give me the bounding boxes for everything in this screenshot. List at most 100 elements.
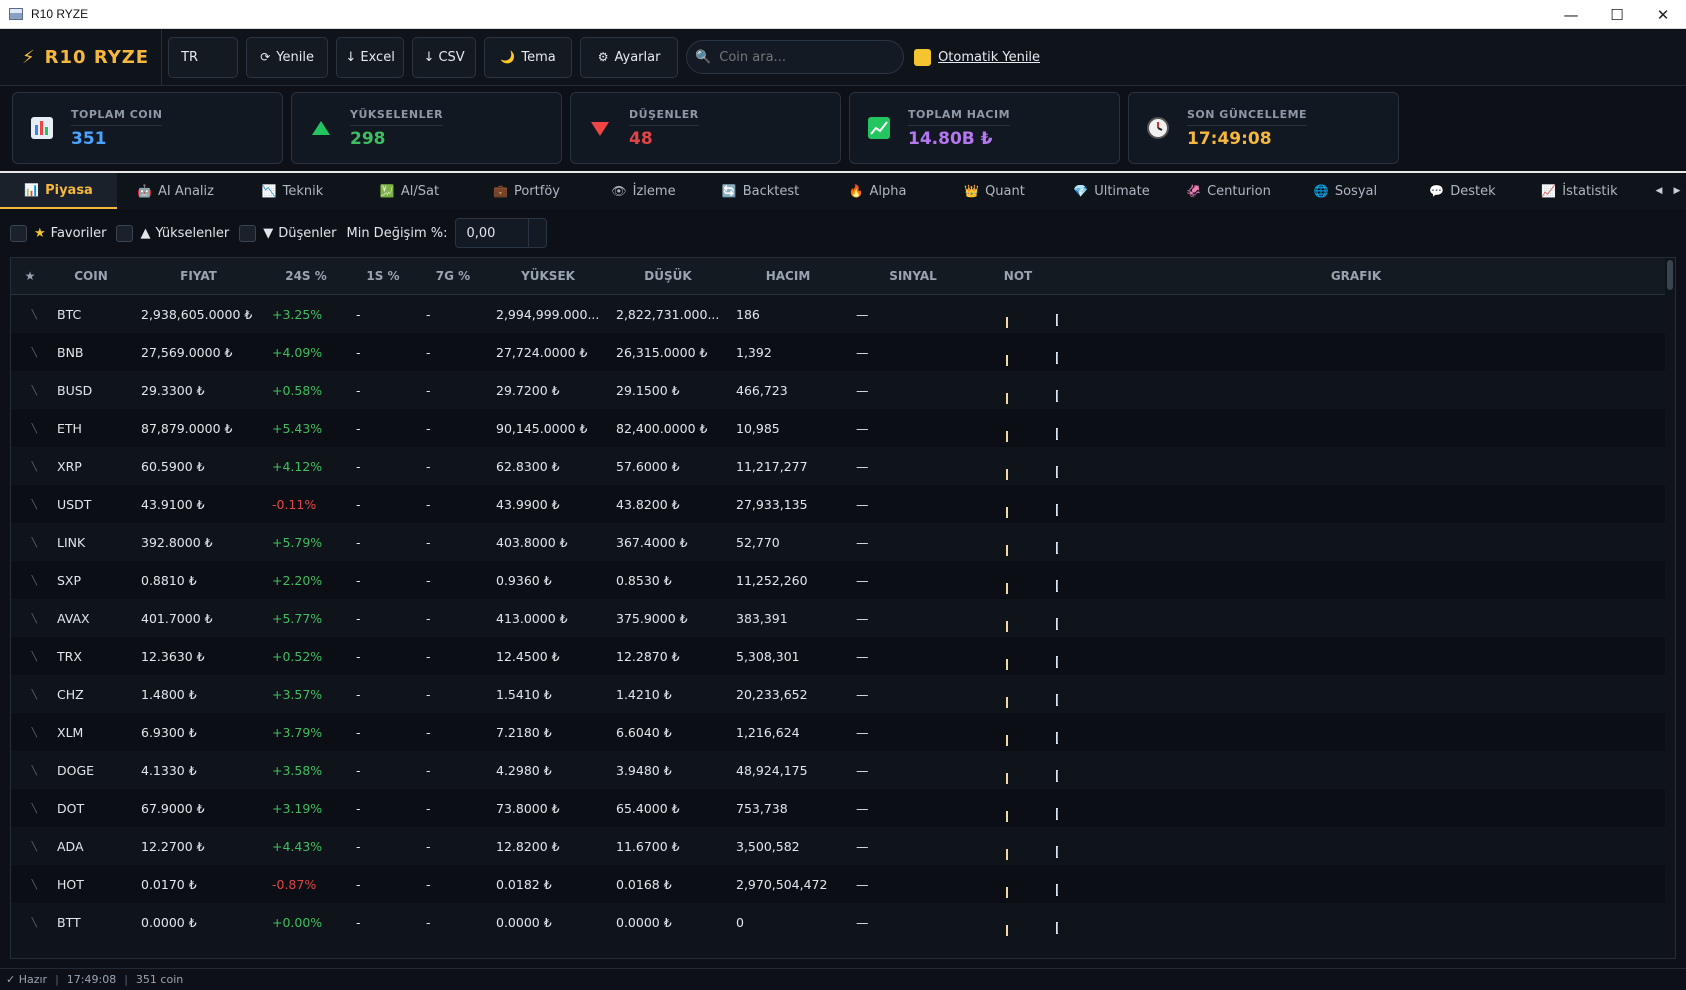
close-button[interactable]: ✕ [1640,0,1686,29]
table-row[interactable]: ╲ TRX 12.3630 ₺ +0.52% - - 12.4500 ₺ 12.2870 ₺ 5… [11,637,1675,675]
header-change-1h[interactable]: 1S % [348,269,418,283]
table-row[interactable]: ╲ CHZ 1.4800 ₺ +3.57% - - 1.5410 ₺ 1.4210 ₺ 20,2… [11,675,1675,713]
header-price[interactable]: FIYAT [133,269,264,283]
table-row[interactable]: ╲ LINK 392.8000 ₺ +5.79% - - 403.8000 ₺ 367.400… [11,523,1675,561]
chart-thumbnail-icon[interactable] [1056,732,1058,744]
favorite-toggle[interactable]: ╲ [11,727,49,738]
favorite-toggle[interactable]: ╲ [11,613,49,624]
csv-export-button[interactable]: ↓ CSV [412,36,477,78]
favorite-toggle[interactable]: ╲ [11,841,49,852]
gainers-checkbox[interactable] [116,224,134,242]
favorite-toggle[interactable]: ╲ [11,461,49,472]
chart-thumbnail-icon[interactable] [1056,846,1058,858]
gainers-filter[interactable]: ▲ Yükselenler [116,224,229,242]
header-volume[interactable]: HACIM [728,269,848,283]
tab-al-sat[interactable]: 💹 Al/Sat [351,173,468,209]
table-row[interactable]: ╲ USDT 43.9100 ₺ -0.11% - - 43.9900 ₺ 43.8200 ₺… [11,485,1675,523]
favorites-filter[interactable]: ★ Favoriler [10,224,106,242]
refresh-button[interactable]: ⟳ Yenile [246,36,329,78]
header-coin[interactable]: COIN [49,269,133,283]
theme-button[interactable]: 🌙 Tema [484,36,573,78]
language-select[interactable]: TR [168,36,239,78]
table-row[interactable]: ╲ HOT 0.0170 ₺ -0.87% - - 0.0182 ₺ 0.0168 ₺ 2,97… [11,865,1675,903]
table-row[interactable]: ╲ AVAX 401.7000 ₺ +5.77% - - 413.0000 ₺ 375.900… [11,599,1675,637]
chart-thumbnail-icon[interactable] [1056,656,1058,668]
header-change-24h[interactable]: 24S % [264,269,348,283]
tab-sosyal[interactable]: 🌐 Sosyal [1287,173,1404,209]
table-row[interactable]: ╲ ETH 87,879.0000 ₺ +5.43% - - 90,145.0000 ₺ 82… [11,409,1675,447]
auto-refresh-checkbox[interactable] [914,48,932,66]
scrollbar-thumb[interactable] [1667,260,1673,290]
tab-portfoy[interactable]: 💼 Portföy [468,173,585,209]
table-row[interactable]: ╲ BTT 0.0000 ₺ +0.00% - - 0.0000 ₺ 0.0000 ₺ 0 — [11,903,1675,941]
favorites-checkbox[interactable] [10,224,27,242]
favorite-toggle[interactable]: ╲ [11,347,49,358]
favorite-toggle[interactable]: ╲ [11,499,49,510]
table-row[interactable]: ╲ SXP 0.8810 ₺ +2.20% - - 0.9360 ₺ 0.8530 ₺ 11,2… [11,561,1675,599]
tab-destek[interactable]: 💬 Destek [1404,173,1521,209]
chart-thumbnail-icon[interactable] [1056,922,1058,934]
min-change-spinbox[interactable]: 0,00 [455,218,548,248]
tab-quant[interactable]: 👑 Quant [936,173,1053,209]
chart-thumbnail-icon[interactable] [1056,352,1058,364]
favorite-toggle[interactable]: ╲ [11,917,49,928]
table-row[interactable]: ╲ ADA 12.2700 ₺ +4.43% - - 12.8200 ₺ 11.6700 ₺ 3… [11,827,1675,865]
chart-thumbnail-icon[interactable] [1056,694,1058,706]
favorite-toggle[interactable]: ╲ [11,879,49,890]
settings-button[interactable]: ⚙ Ayarlar [580,36,679,78]
tab-backtest[interactable]: 🔄 Backtest [702,173,819,209]
favorite-toggle[interactable]: ╲ [11,689,49,700]
chart-thumbnail-icon[interactable] [1056,504,1058,516]
favorite-toggle[interactable]: ╲ [11,803,49,814]
chart-thumbnail-icon[interactable] [1056,466,1058,478]
losers-filter[interactable]: ▼ Düşenler [239,224,336,242]
header-signal[interactable]: SINYAL [848,269,978,283]
favorite-toggle[interactable]: ╲ [11,575,49,586]
table-row[interactable]: ╲ BUSD 29.3300 ₺ +0.58% - - 29.7200 ₺ 29.1500 ₺… [11,371,1675,409]
chart-thumbnail-icon[interactable] [1056,542,1058,554]
chart-thumbnail-icon[interactable] [1056,314,1058,326]
favorite-toggle[interactable]: ╲ [11,385,49,396]
tab-centurion[interactable]: 🦑 Centurion [1170,173,1287,209]
tab-alpha[interactable]: 🔥 Alpha [819,173,936,209]
auto-refresh-toggle[interactable]: Otomatik Yenile [914,48,1040,66]
excel-export-button[interactable]: ↓ Excel [336,36,405,78]
header-note[interactable]: NOT [978,269,1058,283]
favorite-toggle[interactable]: ╲ [11,765,49,776]
header-change-7d[interactable]: 7G % [418,269,488,283]
table-row[interactable]: ╲ DOT 67.9000 ₺ +3.19% - - 73.8000 ₺ 65.4000 ₺ 7… [11,789,1675,827]
table-scrollbar[interactable] [1665,258,1675,958]
tab-teknik[interactable]: 📉 Teknik [234,173,351,209]
chart-thumbnail-icon[interactable] [1056,884,1058,896]
tab-istatistik[interactable]: 📈 İstatistik [1521,173,1638,209]
chart-thumbnail-icon[interactable] [1056,808,1058,820]
table-row[interactable]: ╲ BNB 27,569.0000 ₺ +4.09% - - 27,724.0000 ₺ 26… [11,333,1675,371]
header-high[interactable]: YÜKSEK [488,269,608,283]
favorite-toggle[interactable]: ╲ [11,651,49,662]
tab-ultimate[interactable]: 💎 Ultimate [1053,173,1170,209]
chart-thumbnail-icon[interactable] [1056,390,1058,402]
table-row[interactable]: ╲ XLM 6.9300 ₺ +3.79% - - 7.2180 ₺ 6.6040 ₺ 1,21… [11,713,1675,751]
chart-thumbnail-icon[interactable] [1056,428,1058,440]
favorite-toggle[interactable]: ╲ [11,537,49,548]
tab-ai-analiz[interactable]: 🤖 AI Analiz [117,173,234,209]
search-input[interactable] [719,49,890,65]
chart-thumbnail-icon[interactable] [1056,580,1058,592]
chart-thumbnail-icon[interactable] [1056,770,1058,782]
header-chart[interactable]: GRAFIK [1058,269,1654,283]
spinner-arrows[interactable] [528,219,546,247]
table-row[interactable]: ╲ XRP 60.5900 ₺ +4.12% - - 62.8300 ₺ 57.6000 ₺ 1… [11,447,1675,485]
favorite-toggle[interactable]: ╲ [11,423,49,434]
tab-scroll-right-icon[interactable]: ▶ [1674,186,1681,196]
favorite-toggle[interactable]: ╲ [11,309,49,320]
table-row[interactable]: ╲ DOGE 4.1330 ₺ +3.58% - - 4.2980 ₺ 3.9480 ₺ 48,… [11,751,1675,789]
chart-thumbnail-icon[interactable] [1056,618,1058,630]
tab-piyasa[interactable]: 📊 Piyasa [0,173,117,209]
header-low[interactable]: DÜŞÜK [608,269,728,283]
minimize-button[interactable]: — [1548,0,1594,29]
tab-izleme[interactable]: 👁 İzleme [585,173,702,209]
tab-scroll-left-icon[interactable]: ◀ [1656,186,1663,196]
header-favorite[interactable]: ★ [11,269,49,283]
table-row[interactable]: ╲ BTC 2,938,605.0000 ₺ +3.25% - - 2,994,999.00… [11,295,1675,333]
losers-checkbox[interactable] [239,224,257,242]
